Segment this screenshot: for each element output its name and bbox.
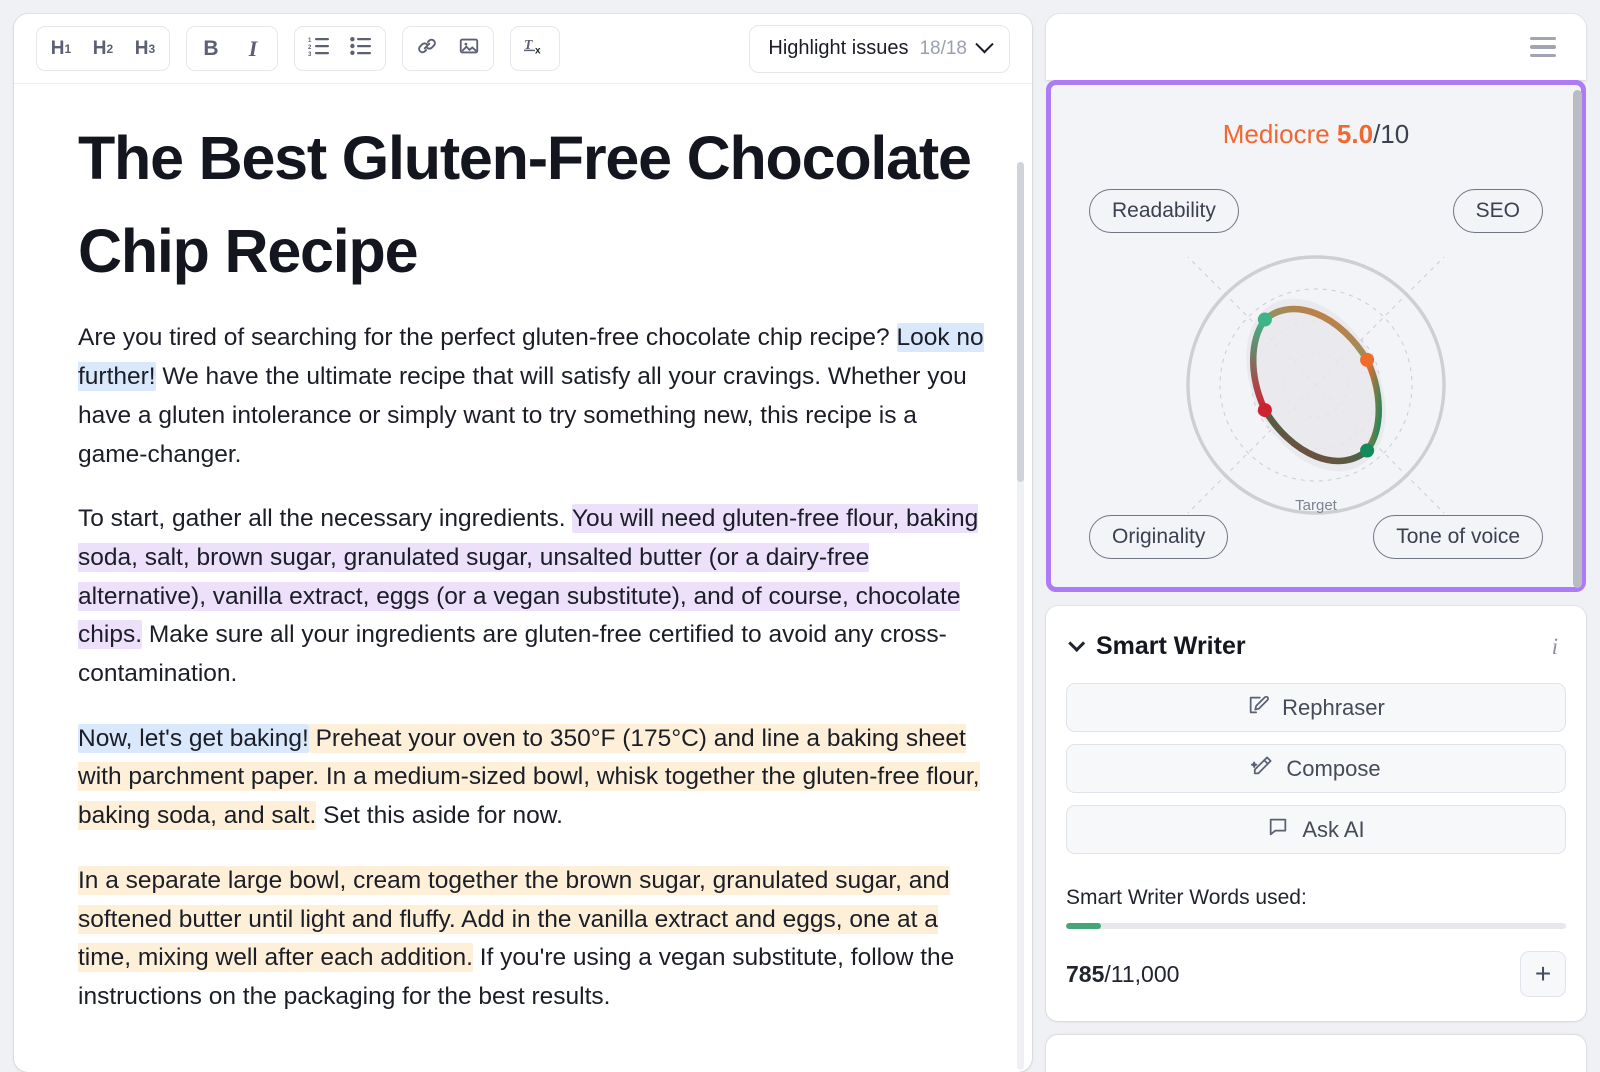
bullet-list-icon — [350, 36, 372, 62]
bullet-list-button[interactable] — [341, 30, 381, 67]
compose-button[interactable]: Compose — [1066, 744, 1566, 793]
svg-text:T: T — [524, 36, 533, 51]
svg-text:x: x — [535, 45, 541, 56]
rephraser-label: Rephraser — [1282, 694, 1385, 720]
list-group: 1 2 3 — [294, 26, 386, 71]
heading-1-button[interactable]: H1 — [41, 30, 81, 67]
hamburger-menu-icon[interactable] — [1524, 31, 1562, 64]
p1-text-a: Are you tired of searching for the perfe… — [78, 324, 897, 352]
score-denominator: /10 — [1373, 119, 1410, 149]
words-progress-bar — [1066, 923, 1566, 929]
radar-target-label: Target — [1295, 497, 1337, 514]
ordered-list-button[interactable]: 1 2 3 — [299, 30, 339, 67]
smart-writer-header: Smart Writer i — [1066, 632, 1566, 661]
text-style-group: B I — [186, 26, 278, 71]
svg-text:1: 1 — [308, 38, 312, 44]
highlight-issues-dropdown[interactable]: Highlight issues 18/18 — [749, 24, 1010, 73]
editor-card: H1 H2 H3 B I 1 2 3 T x Highlight issues … — [14, 14, 1032, 1072]
image-icon — [458, 35, 480, 63]
p1-text-b: We have the ultimate recipe that will sa… — [78, 363, 967, 468]
add-words-button[interactable]: + — [1520, 951, 1566, 997]
score-headline: Mediocre 5.0/10 — [1051, 85, 1581, 150]
words-total: /11,000 — [1104, 960, 1180, 987]
score-value: 5.0 — [1336, 119, 1374, 149]
svg-text:3: 3 — [308, 52, 312, 56]
ask-ai-button[interactable]: Ask AI — [1066, 805, 1566, 854]
radar-value-area — [1246, 298, 1386, 472]
metric-pill-seo[interactable]: SEO — [1452, 189, 1543, 233]
words-progress-fill — [1066, 923, 1101, 929]
italic-button[interactable]: I — [233, 30, 273, 67]
insert-group — [402, 26, 494, 71]
score-rating: Mediocre — [1222, 119, 1330, 149]
info-icon[interactable]: i — [1544, 634, 1566, 660]
clear-formatting-button[interactable]: T x — [515, 30, 555, 67]
p2-text-a: To start, gather all the necessary ingre… — [78, 505, 572, 533]
svg-text:2: 2 — [308, 45, 312, 51]
bold-button[interactable]: B — [191, 30, 231, 67]
heading-3-button[interactable]: H3 — [125, 30, 165, 67]
chevron-down-icon[interactable] — [1068, 634, 1086, 652]
smart-writer-card: Smart Writer i Rephraser Compose Ask AI … — [1046, 606, 1586, 1021]
radar-point-originality[interactable] — [1257, 403, 1272, 418]
rephraser-button[interactable]: Rephraser — [1066, 683, 1566, 732]
words-used-label: Smart Writer Words used: — [1066, 886, 1307, 909]
radar-point-tone-of-voice[interactable] — [1360, 443, 1375, 458]
editor-toolbar: H1 H2 H3 B I 1 2 3 T x Highlight issues … — [14, 14, 1032, 84]
compose-label: Compose — [1286, 755, 1381, 781]
radar-chart — [1186, 255, 1446, 515]
metric-pill-readability[interactable]: Readability — [1089, 189, 1239, 233]
smart-writer-title: Smart Writer — [1096, 632, 1246, 660]
paragraph-4: In a separate large bowl, cream together… — [78, 862, 986, 1017]
highlight-blue-2[interactable]: Now, let's get baking! — [78, 723, 309, 753]
clear-format-group: T x — [510, 26, 560, 71]
app-root: H1 H2 H3 B I 1 2 3 T x Highlight issues … — [0, 0, 1600, 1072]
link-button[interactable] — [407, 30, 447, 67]
p3-text-b: Set this aside for now. — [316, 802, 563, 830]
image-button[interactable] — [449, 30, 489, 67]
usage-row: 785/11,000 + — [1066, 951, 1566, 997]
side-panel: Mediocre 5.0/10 Readability SEO Tone of … — [1046, 14, 1586, 1072]
magic-wand-icon — [1251, 755, 1273, 783]
document-scrollbar-thumb[interactable] — [1017, 162, 1024, 482]
highlight-issues-count: 18/18 — [919, 37, 967, 59]
document-scrollbar[interactable] — [1017, 162, 1024, 1070]
paragraph-3: Now, let's get baking! Preheat your oven… — [78, 720, 986, 836]
radar-point-readability[interactable] — [1257, 312, 1272, 327]
heading-2-button[interactable]: H2 — [83, 30, 123, 67]
content-score-card: Mediocre 5.0/10 Readability SEO Tone of … — [1046, 80, 1586, 592]
document-body[interactable]: The Best Gluten-Free Chocolate Chip Reci… — [14, 84, 1032, 1072]
chevron-down-icon — [975, 35, 994, 54]
link-icon — [416, 35, 438, 63]
highlight-issues-label: Highlight issues — [768, 37, 909, 59]
next-panel-card — [1046, 1035, 1586, 1072]
clear-format-icon: T x — [523, 35, 547, 63]
chat-bubble-icon — [1267, 816, 1289, 844]
pencil-square-icon — [1247, 694, 1270, 722]
p2-text-b: Make sure all your ingredients are glute… — [78, 621, 947, 688]
paragraph-2: To start, gather all the necessary ingre… — [78, 500, 986, 694]
radar-point-seo[interactable] — [1360, 352, 1375, 367]
heading-group: H1 H2 H3 — [36, 26, 170, 71]
ask-ai-label: Ask AI — [1302, 816, 1365, 842]
words-used: 785 — [1066, 960, 1105, 987]
words-usage-value: 785/11,000 — [1066, 961, 1179, 988]
side-panel-header — [1046, 14, 1586, 80]
side-panel-scrollbar-thumb[interactable] — [1573, 90, 1582, 588]
page-title: The Best Gluten-Free Chocolate Chip Reci… — [78, 124, 972, 285]
ordered-list-icon: 1 2 3 — [308, 36, 330, 62]
paragraph-1: Are you tired of searching for the perfe… — [78, 319, 986, 474]
